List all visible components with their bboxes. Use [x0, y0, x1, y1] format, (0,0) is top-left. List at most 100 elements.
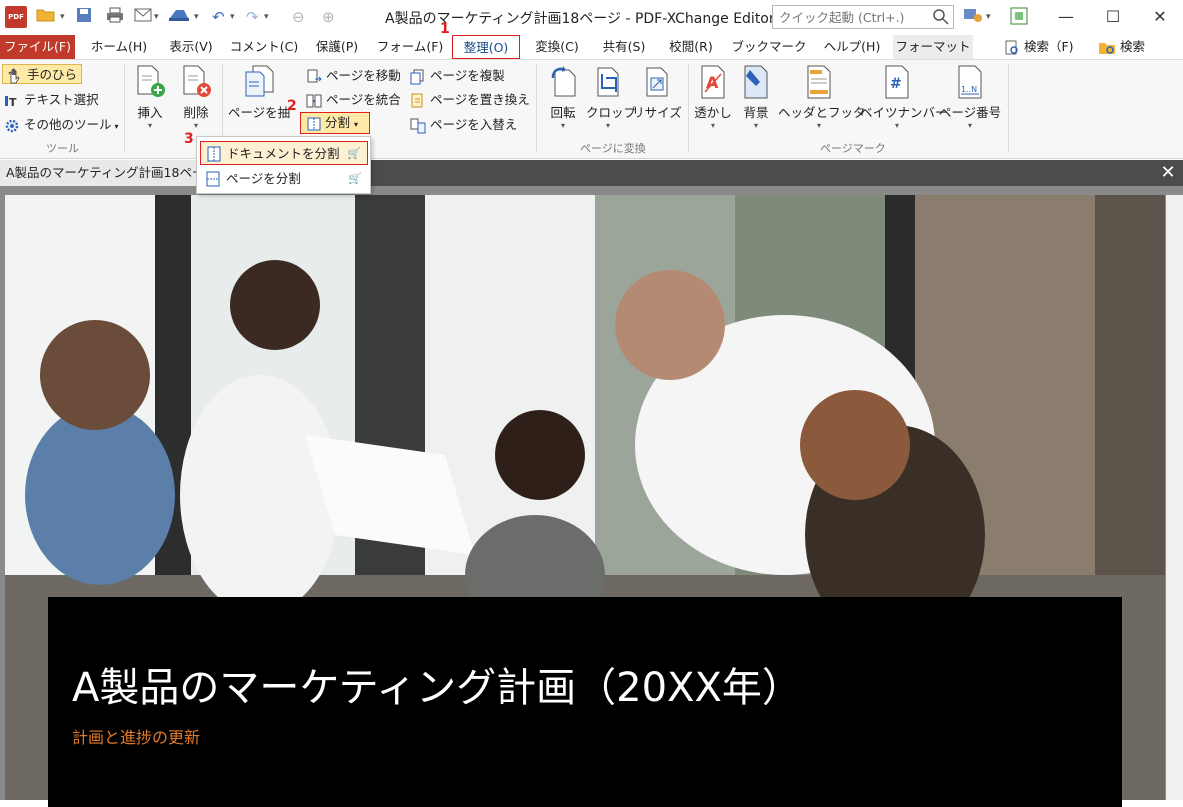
print-icon[interactable]: [106, 7, 124, 27]
page-number-icon: 1..N: [954, 64, 986, 100]
split-pages-item[interactable]: ページを分割 🛒: [200, 167, 368, 191]
find-icon: [1005, 40, 1018, 54]
menu-home[interactable]: ホーム(H): [84, 35, 154, 59]
merge-label: ページを統合: [326, 92, 401, 107]
document-tab-bar: A製品のマーケティング計画18ペー ✕: [0, 160, 1183, 186]
minimize-button[interactable]: —: [1043, 0, 1089, 34]
hand-tool-button[interactable]: 手のひら: [2, 64, 83, 84]
menu-help[interactable]: ヘルプ(H): [816, 35, 888, 59]
split-document-item[interactable]: ドキュメントを分割 🛒: [200, 141, 368, 165]
scan-icon[interactable]: [168, 7, 190, 27]
ribbon-separator: [124, 64, 125, 152]
undo-icon[interactable]: ↶: [212, 7, 225, 27]
resize-button[interactable]: リサイズ: [632, 64, 682, 121]
page-title: A製品のマーケティング計画（20XX年）: [72, 665, 802, 711]
ui-options-icon[interactable]: [963, 7, 983, 27]
hand-icon: [7, 68, 23, 84]
ui-options-dropdown-icon[interactable]: ▾: [986, 7, 991, 27]
background-label: 背景: [743, 105, 769, 120]
rotate-button[interactable]: 回転 ▾: [542, 64, 584, 131]
vertical-scrollbar[interactable]: [1166, 195, 1183, 800]
menu-share[interactable]: 共有(S): [594, 35, 654, 59]
other-tools-button[interactable]: その他のツール ▾: [4, 115, 119, 135]
search-button[interactable]: 検索: [1098, 36, 1145, 58]
app-logo-icon[interactable]: PDF: [5, 6, 27, 28]
split-dropdown-menu: ドキュメントを分割 🛒 ページを分割 🛒: [196, 136, 371, 194]
insert-pages-button[interactable]: 挿入 ▾: [130, 64, 170, 131]
page-number-button[interactable]: 1..N ページ番号 ▾: [938, 64, 1002, 131]
redo-dropdown-icon[interactable]: ▾: [264, 7, 269, 27]
email-icon[interactable]: [134, 7, 152, 27]
document-tab[interactable]: A製品のマーケティング計画18ペー: [0, 160, 200, 186]
move-page-icon: [306, 69, 322, 85]
split-document-label: ドキュメントを分割: [227, 146, 340, 161]
header-footer-button[interactable]: ヘッダとフッタ ▾: [778, 64, 866, 131]
menu-view[interactable]: 表示(V): [160, 35, 222, 59]
insert-page-icon: [134, 64, 166, 100]
menu-organize[interactable]: 整理(O): [452, 35, 520, 59]
close-document-button[interactable]: ✕: [1157, 161, 1179, 185]
find-button[interactable]: 検索（F): [1004, 36, 1074, 58]
delete-pages-button[interactable]: 削除 ▾: [176, 64, 216, 131]
back-icon[interactable]: ⊖: [292, 7, 305, 27]
close-window-button[interactable]: ✕: [1137, 0, 1183, 34]
search-icon[interactable]: [932, 8, 950, 26]
merge-pages-button[interactable]: ページを統合: [306, 90, 401, 110]
crop-button[interactable]: クロップ ▾: [586, 64, 637, 131]
menu-bookmark[interactable]: ブックマーク: [728, 35, 810, 59]
select-text-label: テキスト選択: [24, 92, 99, 107]
step-marker-1: 1: [440, 21, 450, 37]
header-footer-label: ヘッダとフッタ: [778, 105, 866, 120]
ribbon-separator: [1008, 64, 1009, 152]
bates-number-label: ベイツナンバー: [860, 105, 948, 120]
replace-pages-button[interactable]: ページを置き換え: [410, 90, 530, 110]
menu-review[interactable]: 校閲(R): [660, 35, 722, 59]
quick-launch-box[interactable]: [772, 5, 954, 29]
redo-icon[interactable]: ↷: [246, 7, 259, 27]
bates-dropdown-icon: ▾: [894, 121, 899, 130]
cart-icon: 🛒: [347, 147, 361, 160]
background-dropdown-icon: ▾: [753, 121, 758, 130]
duplicate-pages-button[interactable]: ページを複製: [410, 66, 505, 86]
fullscreen-icon[interactable]: [1010, 7, 1028, 27]
delete-page-icon: [180, 64, 212, 100]
bates-number-button[interactable]: # ベイツナンバー ▾: [860, 64, 948, 131]
maximize-button[interactable]: ☐: [1090, 0, 1136, 34]
menu-protect[interactable]: 保護(P): [306, 35, 368, 59]
menu-convert[interactable]: 変換(C): [526, 35, 588, 59]
menu-form[interactable]: フォーム(F): [374, 35, 446, 59]
svg-text:#: #: [890, 76, 902, 92]
merge-page-icon: [306, 93, 322, 109]
undo-dropdown-icon[interactable]: ▾: [230, 7, 235, 27]
extract-label: ページを抽: [227, 105, 291, 120]
swap-pages-button[interactable]: ページを入替え: [410, 115, 517, 135]
open-folder-icon[interactable]: [36, 7, 56, 27]
ribbon: 手のひら T テキスト選択 その他のツール ▾ ツール 挿入 ▾ 削除 ▾ ページ…: [0, 60, 1183, 159]
save-icon[interactable]: [76, 7, 92, 27]
menu-format[interactable]: フォーマット: [893, 35, 973, 59]
ribbon-separator: [688, 64, 689, 152]
select-text-button[interactable]: T テキスト選択: [4, 90, 99, 110]
search-label: 検索: [1119, 39, 1145, 54]
crop-icon: [592, 64, 624, 100]
watermark-icon: A: [697, 64, 729, 100]
menu-bar: ファイル(F) ホーム(H) 表示(V) コメント(C) 保護(P) フォーム(…: [0, 34, 1183, 60]
scan-dropdown-icon[interactable]: ▾: [194, 7, 199, 27]
extract-page-icon: [243, 64, 275, 100]
menu-file[interactable]: ファイル(F): [0, 35, 75, 59]
menu-comment[interactable]: コメント(C): [228, 35, 300, 59]
transform-group-label: ページに変換: [580, 142, 646, 155]
split-button[interactable]: 分割 ▾: [300, 112, 370, 134]
move-pages-button[interactable]: ページを移動: [306, 66, 401, 86]
extract-pages-button[interactable]: ページを抽: [226, 64, 292, 121]
resize-label: リサイズ: [632, 105, 682, 120]
background-button[interactable]: 背景 ▾: [738, 64, 774, 131]
watermark-button[interactable]: A 透かし ▾: [692, 64, 734, 131]
quick-launch-input[interactable]: [773, 6, 923, 28]
email-dropdown-icon[interactable]: ▾: [154, 7, 159, 27]
split-icon: [307, 117, 321, 130]
open-dropdown-icon[interactable]: ▾: [60, 7, 65, 27]
crop-label: クロップ: [586, 105, 637, 120]
search-folder-icon: [1099, 42, 1115, 54]
forward-icon[interactable]: ⊕: [322, 7, 335, 27]
